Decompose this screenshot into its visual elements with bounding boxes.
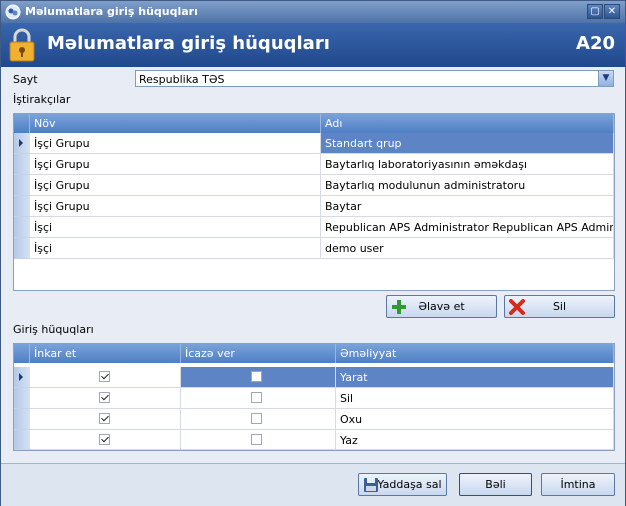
app-icon (5, 4, 21, 20)
current-row-arrow-icon (19, 373, 23, 381)
deny-checkbox[interactable] (99, 371, 110, 382)
close-button[interactable]: ✕ (604, 4, 620, 19)
participants-grid: Növ Adı İşçi Grupu Standart qrup İşçi Gr… (13, 113, 615, 291)
title-bar[interactable]: Məlumatlara giriş hüquqları ▢ ✕ (1, 1, 625, 23)
deny-checkbox[interactable] (99, 392, 110, 403)
table-cell-type[interactable]: İşçi (30, 217, 321, 238)
ok-button[interactable]: Bəli (459, 473, 532, 496)
chevron-down-icon[interactable]: ▼ (598, 71, 613, 86)
deny-cell[interactable] (30, 388, 181, 409)
deny-cell[interactable] (30, 367, 181, 388)
row-indicator[interactable] (14, 175, 30, 196)
footer-bar: Yaddaşa sal Bəli İmtina (1, 463, 625, 506)
dialog-window: Məlumatlara giriş hüquqları ▢ ✕ Məlumatl… (0, 0, 626, 506)
site-select[interactable]: Respublika TƏS ▼ (135, 70, 614, 87)
deny-checkbox[interactable] (99, 434, 110, 445)
deny-checkbox[interactable] (99, 413, 110, 424)
table-cell-name[interactable]: Baytarlıq modulunun administratoru (321, 175, 614, 196)
maximize-button[interactable]: ▢ (587, 4, 603, 19)
row-indicator[interactable] (14, 196, 30, 217)
delete-button-label: Sil (552, 300, 567, 313)
allow-checkbox[interactable] (251, 371, 262, 382)
ok-button-label: Bəli (485, 478, 506, 491)
row-indicator[interactable] (14, 217, 30, 238)
close-icon: ✕ (607, 6, 617, 17)
table-cell-name[interactable]: Baytar (321, 196, 614, 217)
row-indicator[interactable] (14, 238, 30, 259)
row-indicator[interactable] (14, 154, 30, 175)
lock-icon (9, 28, 35, 62)
table-cell-type[interactable]: İşçi Grupu (30, 133, 321, 154)
operation-cell[interactable]: Yaz (336, 430, 614, 450)
floppy-disk-icon (364, 478, 378, 492)
delete-x-icon (509, 299, 525, 315)
column-header-name[interactable]: Adı (321, 114, 614, 133)
add-button-label: Əlavə et (418, 300, 465, 313)
table-cell-name[interactable]: Baytarlıq laboratoriyasının əməkdaşı (321, 154, 614, 175)
allow-checkbox[interactable] (251, 413, 262, 424)
delete-button[interactable]: Sil (504, 295, 615, 318)
participants-label: İştirakçılar (13, 93, 71, 106)
rights-grid: İnkar et İcazə ver Əməliyyat Yarat Sil O… (13, 343, 615, 451)
operation-cell[interactable]: Sil (336, 388, 614, 409)
row-indicator[interactable] (14, 367, 30, 388)
grid-corner (14, 344, 30, 363)
deny-cell[interactable] (30, 430, 181, 450)
current-row-arrow-icon (19, 139, 23, 147)
table-cell-type[interactable]: İşçi Grupu (30, 175, 321, 196)
cancel-button[interactable]: İmtina (541, 473, 615, 496)
add-button[interactable]: Əlavə et (386, 295, 497, 318)
table-cell-name[interactable]: Republican APS Administrator Republican … (321, 217, 614, 238)
row-indicator[interactable] (14, 133, 30, 154)
save-button[interactable]: Yaddaşa sal (358, 473, 447, 496)
table-cell-type[interactable]: İşçi Grupu (30, 196, 321, 217)
operation-cell[interactable]: Yarat (336, 367, 614, 388)
page-title: Məlumatlara giriş hüquqları (47, 33, 330, 54)
table-cell-type[interactable]: İşçi (30, 238, 321, 259)
column-header-type[interactable]: Növ (30, 114, 321, 133)
operation-cell[interactable]: Oxu (336, 409, 614, 430)
allow-checkbox[interactable] (251, 434, 262, 445)
rights-label: Giriş hüquqları (13, 323, 94, 336)
plus-icon (392, 300, 406, 314)
grid-corner (14, 114, 30, 133)
deny-cell[interactable] (30, 409, 181, 430)
site-label: Sayt (13, 73, 38, 86)
column-header-allow[interactable]: İcazə ver (181, 344, 336, 363)
form-code: A20 (576, 33, 615, 54)
row-indicator[interactable] (14, 388, 30, 409)
table-cell-name[interactable]: Standart qrup (321, 133, 614, 154)
allow-cell[interactable] (181, 367, 336, 388)
site-select-value: Respublika TƏS (139, 73, 225, 86)
allow-cell[interactable] (181, 388, 336, 409)
allow-cell[interactable] (181, 409, 336, 430)
table-cell-name[interactable]: demo user (321, 238, 614, 259)
column-header-deny[interactable]: İnkar et (30, 344, 181, 363)
window-title: Məlumatlara giriş hüquqları (25, 5, 198, 18)
allow-checkbox[interactable] (251, 392, 262, 403)
maximize-icon: ▢ (590, 6, 600, 17)
cancel-button-label: İmtina (560, 478, 596, 491)
table-cell-type[interactable]: İşçi Grupu (30, 154, 321, 175)
row-indicator[interactable] (14, 409, 30, 430)
page-header: Məlumatlara giriş hüquqları A20 (1, 23, 625, 67)
allow-cell[interactable] (181, 430, 336, 450)
row-indicator[interactable] (14, 430, 30, 450)
column-header-operation[interactable]: Əməliyyat (336, 344, 614, 363)
